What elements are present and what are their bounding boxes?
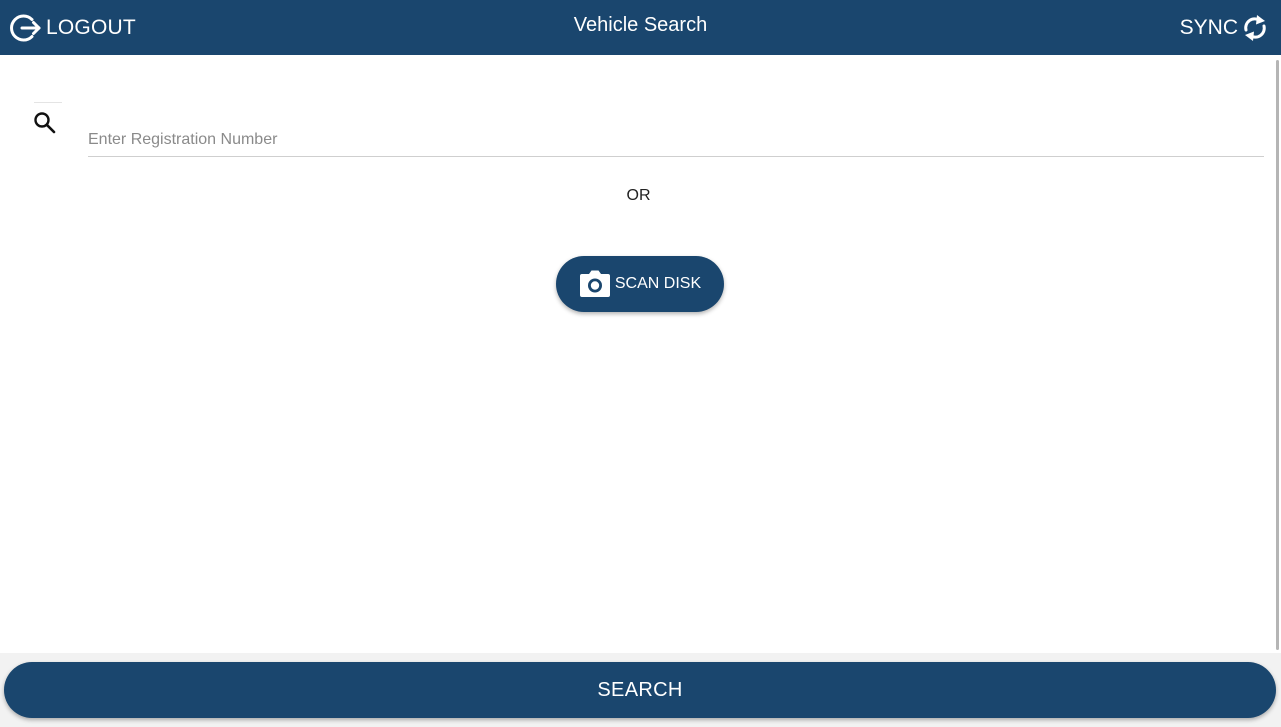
or-separator: OR xyxy=(626,187,651,204)
search-button-label: SEARCH xyxy=(597,678,683,701)
logout-button[interactable]: LOGOUT xyxy=(10,10,136,46)
camera-icon xyxy=(579,270,611,298)
vertical-scrollbar[interactable] xyxy=(1276,60,1279,650)
sync-label: SYNC xyxy=(1179,16,1238,39)
sync-button[interactable]: SYNC xyxy=(1180,10,1269,46)
vehicle-search-screen: LOGOUT Vehicle Search SYNC OR xyxy=(0,0,1281,727)
scan-disk-label: SCAN DISK xyxy=(614,275,702,292)
sync-icon xyxy=(1241,13,1269,43)
registration-number-input[interactable] xyxy=(88,124,1264,157)
search-icon xyxy=(32,110,58,136)
logout-icon xyxy=(10,12,42,44)
logout-label: LOGOUT xyxy=(46,16,136,39)
icon-divider xyxy=(34,102,62,103)
scan-disk-button[interactable]: SCAN DISK xyxy=(556,256,724,312)
search-button[interactable]: SEARCH xyxy=(4,662,1276,718)
top-app-bar: LOGOUT Vehicle Search SYNC xyxy=(0,0,1281,55)
page-title: Vehicle Search xyxy=(573,14,708,36)
